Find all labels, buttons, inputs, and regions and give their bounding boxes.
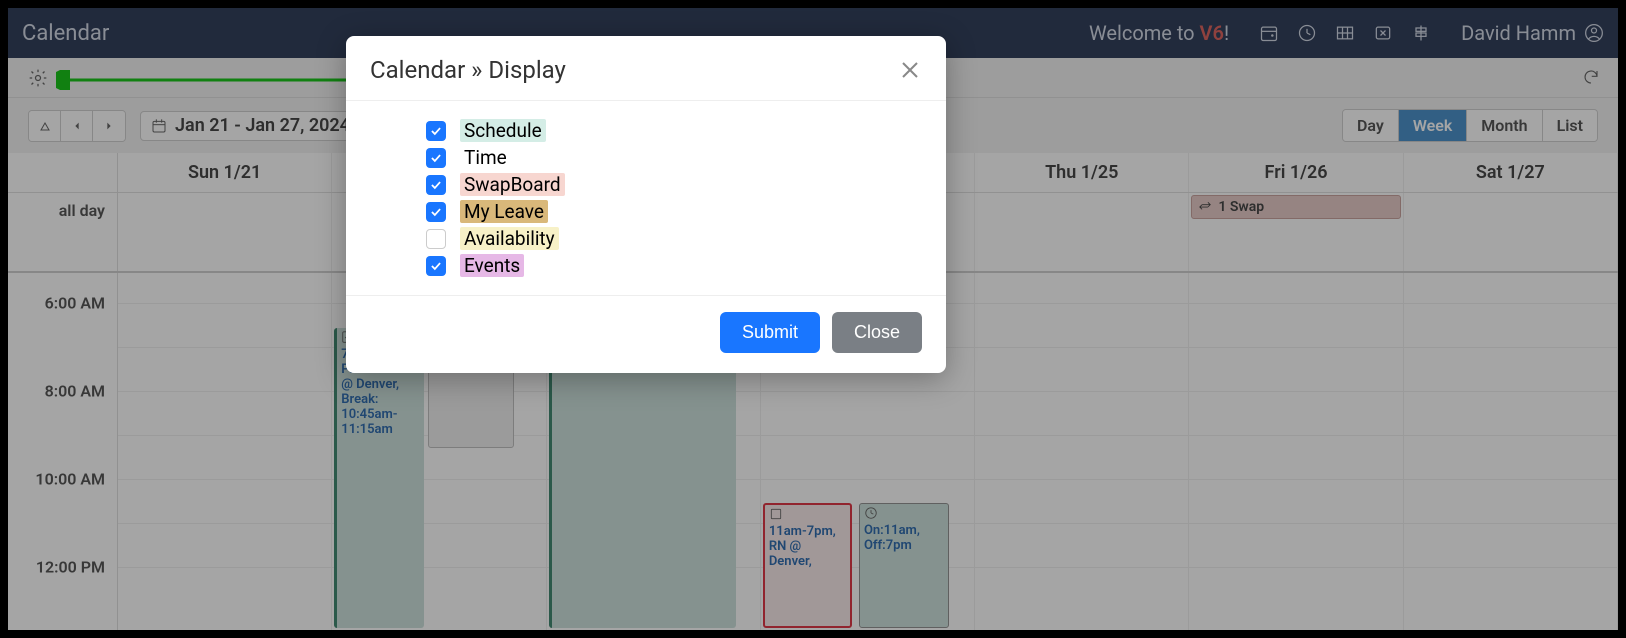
- option-label: Availability: [460, 227, 559, 250]
- checkbox-my-leave[interactable]: [426, 202, 446, 222]
- display-option-my-leave: My Leave: [426, 200, 922, 223]
- checkbox-swapboard[interactable]: [426, 175, 446, 195]
- option-label: My Leave: [460, 200, 548, 223]
- display-option-events: Events: [426, 254, 922, 277]
- checkbox-availability[interactable]: [426, 229, 446, 249]
- close-icon[interactable]: [898, 58, 922, 82]
- option-label: Schedule: [460, 119, 546, 142]
- display-option-availability: Availability: [426, 227, 922, 250]
- checkbox-time[interactable]: [426, 148, 446, 168]
- display-modal: Calendar » Display Schedule Time SwapBoard…: [346, 36, 946, 373]
- display-option-swapboard: SwapBoard: [426, 173, 922, 196]
- display-option-schedule: Schedule: [426, 119, 922, 142]
- submit-button[interactable]: Submit: [720, 312, 820, 353]
- modal-title: Calendar » Display: [370, 56, 566, 84]
- checkbox-events[interactable]: [426, 256, 446, 276]
- option-label: SwapBoard: [460, 173, 565, 196]
- display-option-time: Time: [426, 146, 922, 169]
- option-label: Events: [460, 254, 524, 277]
- option-label: Time: [460, 146, 511, 169]
- checkbox-schedule[interactable]: [426, 121, 446, 141]
- close-button[interactable]: Close: [832, 312, 922, 353]
